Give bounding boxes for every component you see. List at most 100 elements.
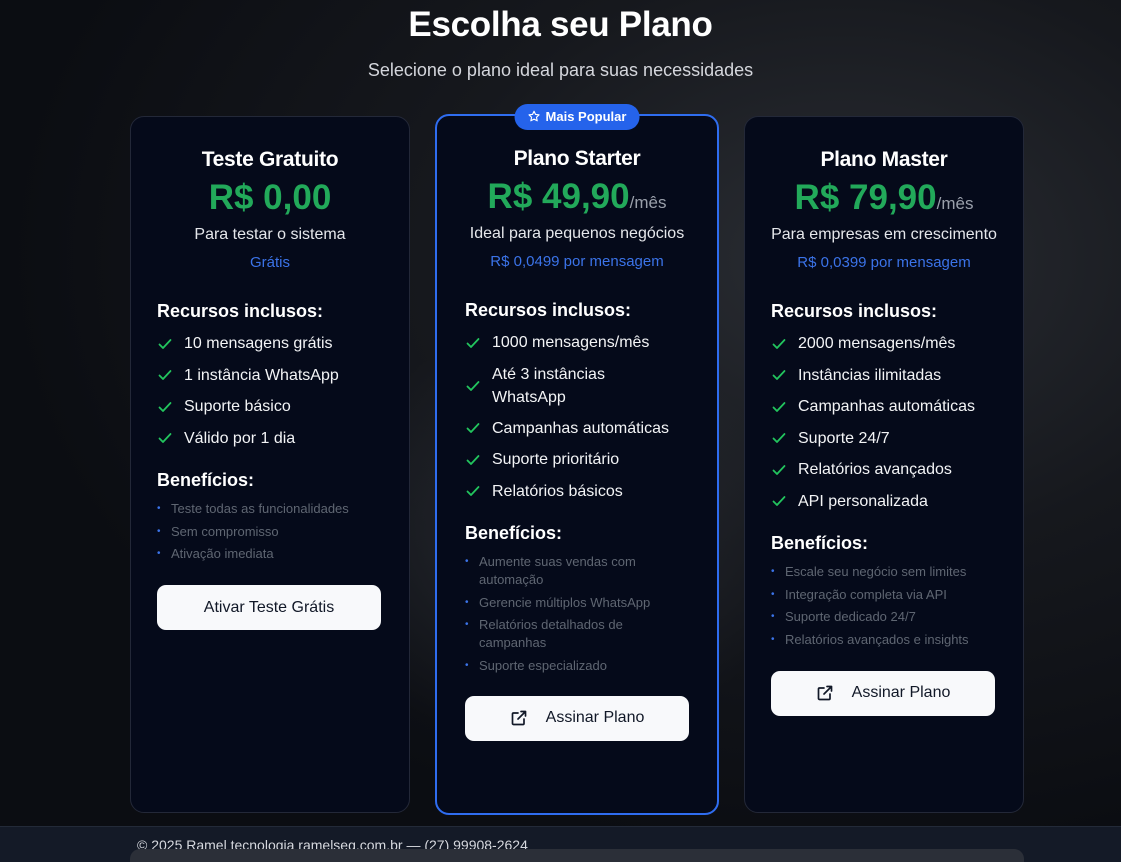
plan-price-row: R$ 0,00 — [157, 178, 383, 218]
external-link-icon — [511, 710, 526, 726]
plan-sub-label: Grátis — [249, 254, 290, 271]
check-icon — [157, 430, 184, 446]
benefit-item: • Teste todas as funcionalidades — [157, 500, 383, 518]
feature-item: Relatórios avançados — [771, 454, 997, 486]
check-icon — [465, 452, 492, 468]
bullet-dot-icon: • — [771, 588, 775, 600]
check-icon — [771, 336, 798, 352]
benefits-title: Benefícios: — [771, 533, 869, 553]
feature-item: Instâncias ilimitadas — [771, 360, 997, 392]
feature-item: Válido por 1 dia — [157, 423, 383, 455]
check-icon — [771, 430, 798, 446]
features-list: 1000 mensagens/mês Até 3 instâncias What… — [465, 327, 689, 507]
bullet-dot-icon: • — [465, 556, 469, 567]
button-label: Assinar Plano — [851, 684, 951, 701]
page-header: Escolha seu Plano Selecione o plano idea… — [0, 0, 1121, 81]
benefits-list: • Aumente suas vendas com automação • Gere… — [465, 553, 689, 675]
benefit-item: • Aumente suas vendas com automação — [465, 553, 689, 589]
check-icon — [157, 336, 184, 352]
feature-label: 1000 mensagens/mês — [492, 334, 650, 352]
feature-item: 1 instância WhatsApp — [157, 360, 383, 392]
plan-name: Plano Master — [820, 148, 948, 171]
feature-item: Suporte básico — [157, 391, 383, 423]
button-label: Assinar Plano — [545, 709, 645, 726]
plan-sub-label: R$ 0,0399 por mensagem — [797, 254, 971, 271]
feature-item: Suporte prioritário — [465, 444, 689, 476]
plan-price: R$ 0,00 — [208, 178, 332, 217]
features-title: Recursos inclusos: — [465, 300, 632, 320]
plan-period: /mês — [936, 194, 974, 213]
feature-item: 2000 mensagens/mês — [771, 328, 997, 360]
benefit-item: • Ativação imediata — [157, 545, 383, 563]
check-icon — [157, 367, 184, 383]
page-subtitle: Selecione o plano ideal para suas necess… — [367, 60, 754, 80]
bullet-dot-icon: • — [465, 596, 469, 608]
feature-item: 1000 mensagens/mês — [465, 327, 689, 359]
benefit-label: Ativação imediata — [171, 546, 274, 561]
benefit-item: • Integração completa via API — [771, 586, 997, 604]
bullet-dot-icon: • — [465, 659, 469, 671]
feature-label: 10 mensagens grátis — [184, 335, 333, 353]
feature-item: 10 mensagens grátis — [157, 328, 383, 360]
plan-price-row: R$ 49,90/mês — [465, 177, 689, 217]
plan-name: Teste Gratuito — [201, 148, 339, 171]
plan-description: Ideal para pequenos negócios — [469, 225, 685, 242]
bullet-dot-icon: • — [465, 619, 469, 630]
feature-label: Relatórios avançados — [798, 461, 952, 479]
benefit-label: Sem compromisso — [171, 523, 279, 539]
check-icon — [771, 462, 798, 478]
feature-item: Campanhas automáticas — [771, 391, 997, 423]
benefit-label: Gerencie múltiplos WhatsApp — [479, 594, 651, 610]
features-list: 10 mensagens grátis 1 instância WhatsApp… — [157, 328, 383, 454]
benefits-list: • Teste todas as funcionalidades • Sem com… — [157, 500, 383, 563]
feature-item: Até 3 instâncias WhatsApp — [465, 359, 689, 413]
check-icon — [465, 335, 492, 351]
feature-label: Instâncias ilimitadas — [798, 366, 942, 384]
benefits-title: Benefícios: — [465, 523, 563, 543]
benefit-item: • Relatórios detalhados de campanhas — [465, 616, 689, 652]
benefit-label: Relatórios avançados e insights — [785, 631, 969, 647]
plan-sub-label: R$ 0,0499 por mensagem — [490, 253, 664, 270]
subscribe-starter-button[interactable]: Assinar Plano — [465, 695, 689, 741]
feature-label: Até 3 instâncias WhatsApp — [492, 365, 605, 406]
check-icon — [771, 399, 798, 415]
feature-label: Campanhas automáticas — [798, 398, 975, 416]
bottom-panel-edge — [130, 849, 1024, 862]
bullet-dot-icon: • — [157, 548, 161, 559]
benefit-item: • Relatórios avançados e insights — [771, 631, 997, 649]
feature-label: 2000 mensagens/mês — [798, 335, 956, 353]
feature-label: 1 instância WhatsApp — [184, 366, 339, 384]
check-icon — [465, 420, 492, 436]
activate-trial-button[interactable]: Ativar Teste Grátis — [157, 585, 381, 630]
feature-item: Suporte 24/7 — [771, 423, 997, 455]
benefit-item: • Escale seu negócio sem limites — [771, 563, 997, 581]
plan-card-starter: Mais Popular Plano Starter R$ 49,90/mês … — [435, 104, 719, 815]
plan-price: R$ 49,90 — [487, 177, 630, 216]
plan-period: /mês — [629, 193, 667, 212]
benefits-list: • Escale seu negócio sem limites • Integra… — [771, 563, 997, 649]
feature-label: Relatórios básicos — [492, 482, 623, 500]
plan-card-master: Plano Master R$ 79,90/mês Para empresas … — [744, 116, 1024, 813]
plan-name: Plano Starter — [513, 147, 641, 170]
benefit-item: • Gerencie múltiplos WhatsApp — [465, 594, 689, 612]
feature-item: Campanhas automáticas — [465, 413, 689, 445]
plan-card-free: Teste Gratuito R$ 0,00 Para testar o sis… — [130, 116, 410, 813]
check-icon — [465, 378, 492, 394]
benefit-label: Relatórios detalhados de campanhas — [479, 617, 623, 650]
benefit-label: Aumente suas vendas com automação — [479, 554, 636, 587]
bullet-dot-icon: • — [157, 503, 161, 514]
benefit-label: Suporte especializado — [479, 657, 607, 673]
subscribe-master-button[interactable]: Assinar Plano — [771, 670, 995, 716]
plan-price: R$ 79,90 — [794, 178, 937, 217]
bullet-dot-icon: • — [771, 611, 775, 622]
feature-label: API personalizada — [798, 492, 928, 510]
bullet-dot-icon: • — [157, 525, 161, 537]
benefit-label: Integração completa via API — [785, 586, 947, 602]
feature-item: API personalizada — [771, 486, 997, 518]
feature-label: Válido por 1 dia — [184, 429, 296, 447]
benefit-item: • Suporte dedicado 24/7 — [771, 608, 997, 626]
check-icon — [465, 483, 492, 499]
features-list: 2000 mensagens/mês Instâncias ilimitadas… — [771, 328, 997, 517]
feature-label: Suporte básico — [184, 398, 291, 416]
features-title: Recursos inclusos: — [157, 301, 324, 321]
